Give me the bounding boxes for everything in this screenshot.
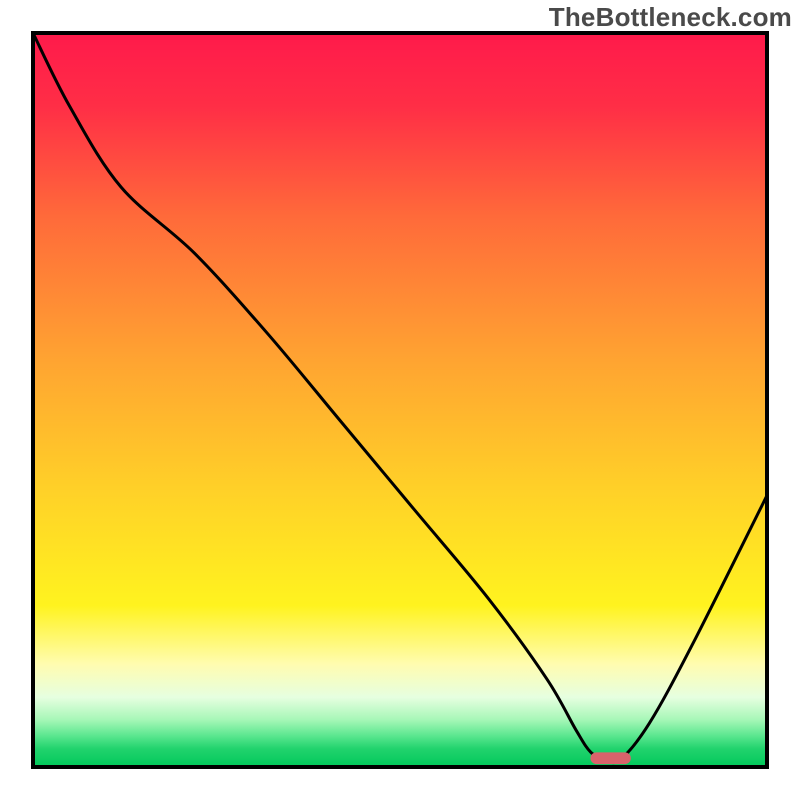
bottleneck-curve-chart [0, 0, 800, 800]
watermark-text: TheBottleneck.com [549, 2, 792, 33]
chart-frame: TheBottleneck.com [0, 0, 800, 800]
optimal-point-marker [590, 752, 630, 764]
plot-background [33, 33, 767, 767]
